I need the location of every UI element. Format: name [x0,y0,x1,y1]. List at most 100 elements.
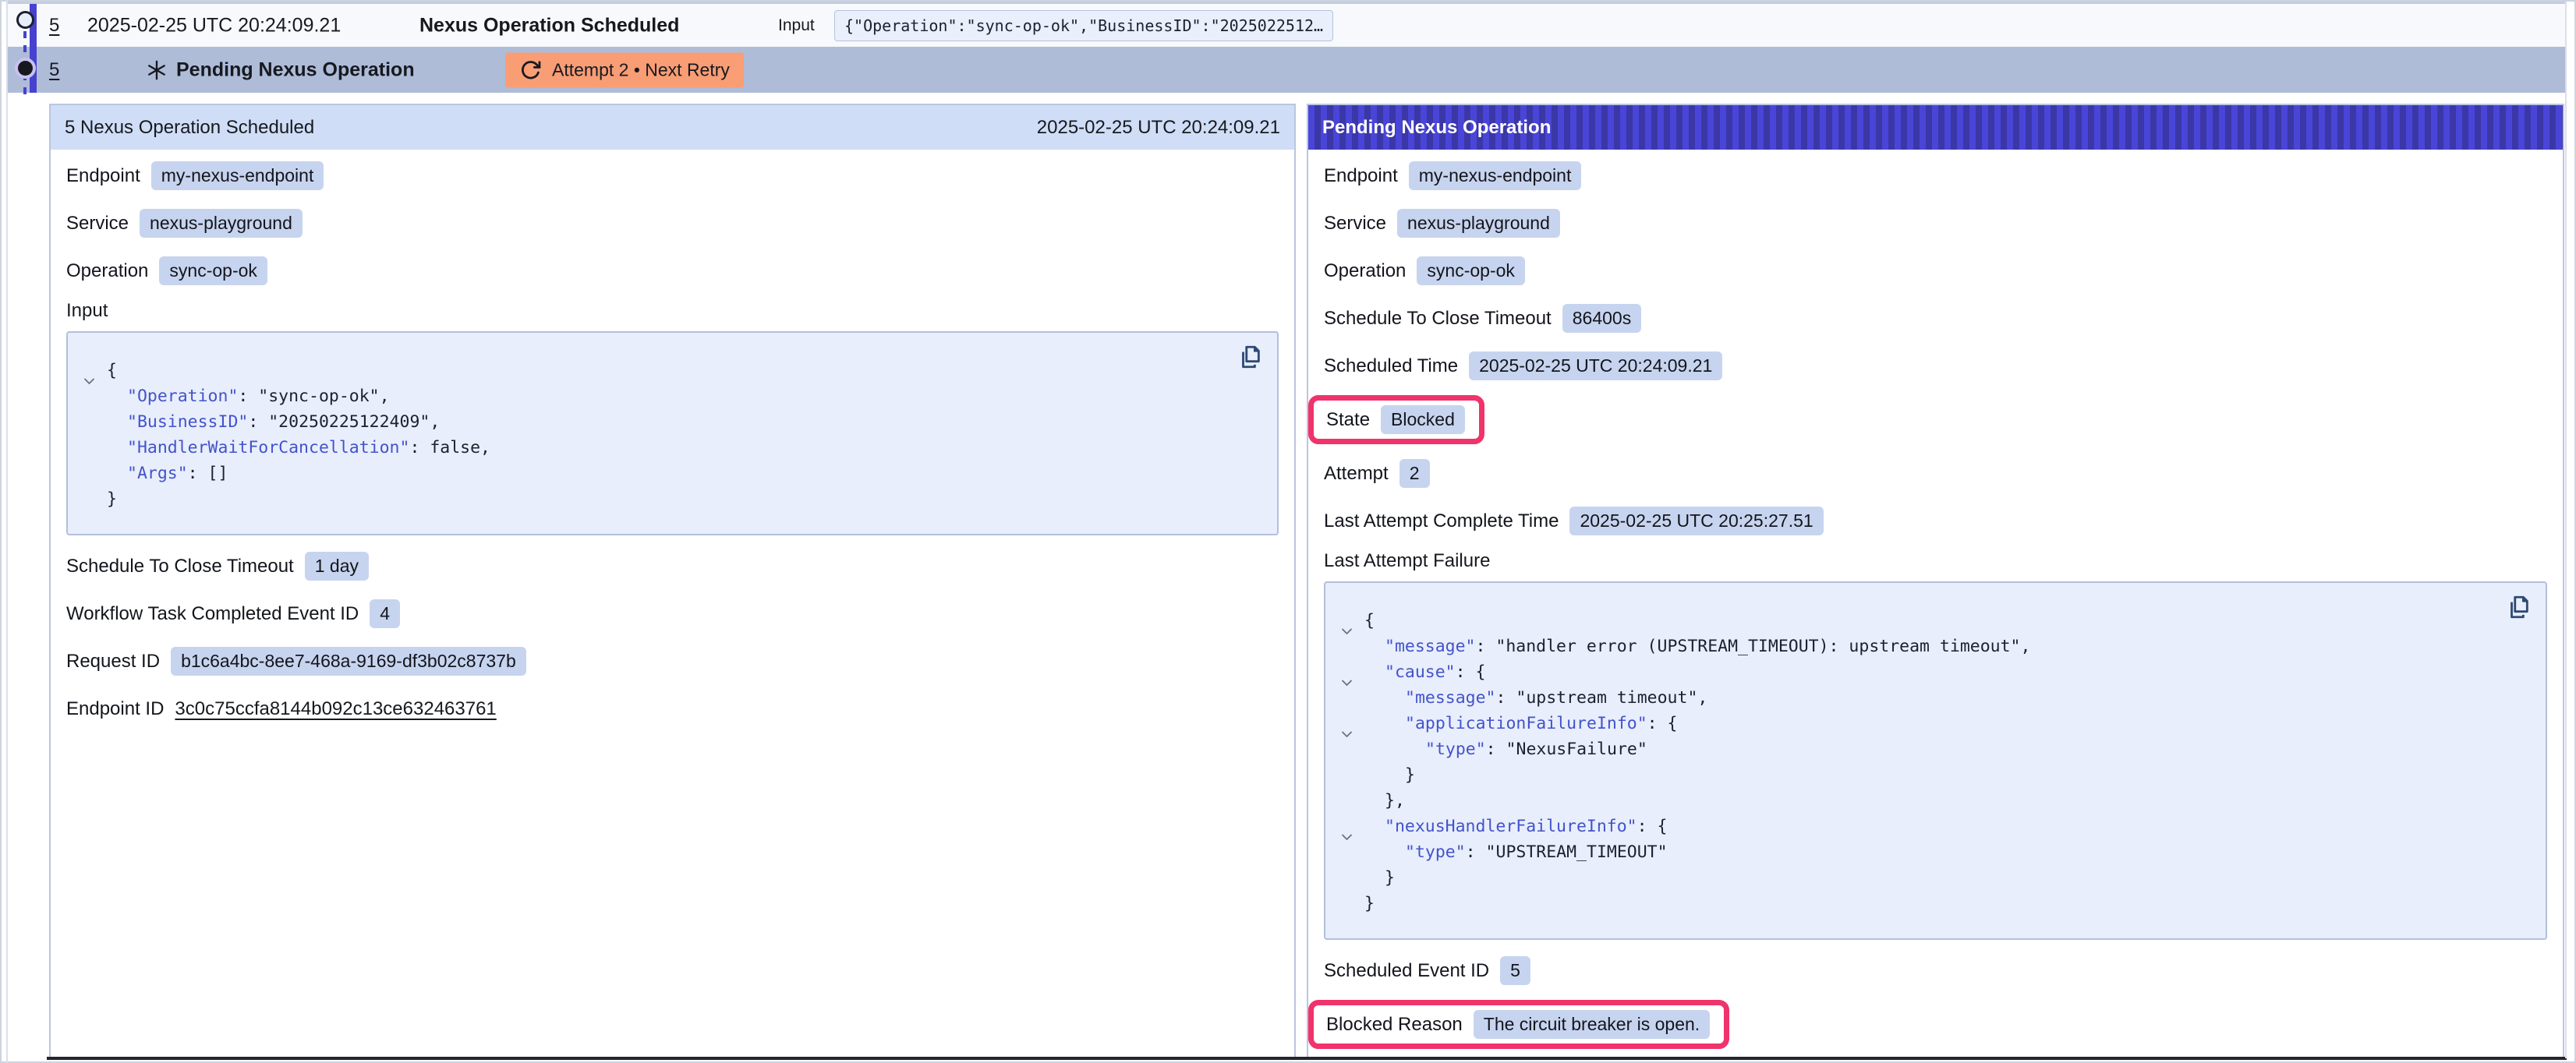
field-row-operation: Operation sync-op-ok [66,253,1279,289]
event-id-link[interactable]: 5 [49,15,59,37]
field-label: Endpoint [66,165,140,187]
attempt-badge-label: Attempt 2 • Next Retry [552,59,730,80]
field-label: Operation [66,260,148,282]
field-row-schedule-to-close-timeout: Schedule To Close Timeout 86400s [1324,300,2547,337]
code-line: "type": "UPSTREAM_TIMEOUT" [1338,839,2527,865]
field-label: Scheduled Time [1324,355,1458,377]
code-line: }, [1338,788,2527,814]
right-fields-top: Endpoint my-nexus-endpoint Servicenexus-pl… [1324,157,2547,539]
code-line: "Args": [] [80,461,1258,486]
field-label: Schedule To Close Timeout [66,556,294,577]
field-label: Attempt [1324,463,1389,485]
panel-pending-nexus-operation: Pending Nexus Operation Endpoint my-nexus… [1307,104,2564,1057]
field-label: Workflow Task Completed Event ID [66,603,359,625]
field-row-service: Servicenexus-playground [1324,205,2547,242]
field-value: The circuit breaker is open. [1474,1010,1710,1039]
field-label: State [1326,409,1370,431]
field-value[interactable]: 3c0c75ccfa8144b092c13ce632463761 [175,698,496,720]
input-inline-label: Input [778,16,815,35]
field-row-attempt: Attempt2 [1324,455,2547,492]
field-value: 86400s [1562,304,1641,333]
field-row-service: Service nexus-playground [66,205,1279,242]
right-panel-title: Pending Nexus Operation [1322,117,1551,139]
field-row-last-attempt-complete-time: Last Attempt Complete Time 2025-02-25 UTC… [1324,503,2547,539]
field-row-scheduled-time: Scheduled Time 2025-02-25 UTC 20:24:09.21 [1324,348,2547,384]
failure-section-label: Last Attempt Failure [1324,550,2547,572]
code-line: "applicationFailureInfo": { [1338,711,2527,736]
right-fields-bottom: Scheduled Event ID 5 Blocked Reason The cir… [1324,952,2547,1049]
field-row-request-id: Request IDb1c6a4bc-8ee7-468a-9169-df3b02… [66,643,1279,680]
event-row-pending-nexus-operation[interactable]: 5 Pending Nexus Operation Attempt 2 • Ne… [8,47,2565,93]
code-line: { [1338,608,2527,634]
field-label: Scheduled Event ID [1324,960,1489,982]
retry-icon [519,58,542,81]
field-value: sync-op-ok [1417,256,1524,285]
field-label: Endpoint ID [66,698,164,720]
left-fields-top: Endpoint my-nexus-endpoint Service nexus-pl… [66,157,1279,289]
field-value: 2025-02-25 UTC 20:24:09.21 [1469,351,1722,380]
field-label: Service [66,213,129,235]
field-row-endpoint-id: Endpoint ID 3c0c75ccfa8144b092c13ce632463… [66,690,1279,727]
field-label: Blocked Reason [1326,1014,1463,1036]
field-row-schedule-to-close-timeout: Schedule To Close Timeout 1 day [66,548,1279,584]
event-row-nexus-operation-scheduled[interactable]: 5 2025-02-25 UTC 20:24:09.21 Nexus Opera… [8,4,2565,47]
annotation-highlight-box: Blocked Reason The circuit breaker is ope… [1308,1000,1729,1049]
field-row-endpoint: Endpoint my-nexus-endpoint [66,157,1279,194]
event-id-link[interactable]: 5 [49,59,59,81]
field-value: nexus-playground [140,209,303,238]
code-line: "cause": { [1338,659,2527,685]
code-line: "Operation": "sync-op-ok", [80,383,1258,409]
right-panel-header: Pending Nexus Operation [1308,105,2563,150]
field-label: Last Attempt Complete Time [1324,510,1559,532]
input-preview-badge: {"Operation":"sync-op-ok","BusinessID":"… [834,10,1333,41]
field-value: 2025-02-25 UTC 20:25:27.51 [1569,507,1823,535]
field-label: Operation [1324,260,1406,282]
field-row-endpoint: Endpoint my-nexus-endpoint [1324,157,2547,194]
field-row-operation: Operation sync-op-ok [1324,253,2547,289]
field-label: Endpoint [1324,165,1398,187]
field-value: my-nexus-endpoint [151,161,324,190]
timeline-node-filled-icon[interactable] [18,61,33,76]
code-line: { [80,358,1258,383]
event-title: Pending Nexus Operation [176,58,415,81]
field-row-blocked-reason: Blocked Reason The circuit breaker is ope… [1324,1000,2547,1049]
field-row-workflow-task-completed-event-id: Workflow Task Completed Event ID 4 [66,595,1279,632]
field-value: 1 day [305,552,369,581]
code-line: "HandlerWaitForCancellation": false, [80,435,1258,461]
field-value: Blocked [1381,405,1465,434]
event-title: Nexus Operation Scheduled [419,14,679,37]
code-line: } [80,486,1258,512]
field-value: 4 [370,599,400,628]
field-value: 5 [1500,956,1530,985]
code-line: "type": "NexusFailure" [1338,736,2527,762]
left-panel-title: 5 Nexus Operation Scheduled [65,117,314,139]
panel-nexus-operation-scheduled: 5 Nexus Operation Scheduled 2025-02-25 U… [49,104,1296,1057]
input-section-label: Input [66,300,1279,322]
code-line: "nexusHandlerFailureInfo": { [1338,814,2527,839]
left-fields-bottom: Schedule To Close Timeout 1 day Workflow T… [66,548,1279,727]
annotation-highlight-box: State Blocked [1308,395,1484,444]
code-line: "message": "upstream timeout", [1338,685,2527,711]
failure-code-block: {"message": "handler error (UPSTREAM_TIM… [1324,581,2547,940]
field-value: nexus-playground [1397,209,1560,238]
content-left-border [6,0,8,1063]
retry-attempt-badge: Attempt 2 • Next Retry [505,52,744,87]
code-line: } [1338,865,2527,891]
field-row-scheduled-event-id: Scheduled Event ID 5 [1324,952,2547,989]
code-line: } [1338,762,2527,788]
field-value: my-nexus-endpoint [1409,161,1582,190]
field-label: Schedule To Close Timeout [1324,308,1552,330]
code-line: "message": "handler error (UPSTREAM_TIME… [1338,634,2527,659]
timeline-node-open-icon[interactable] [16,11,34,29]
event-history: 5 2025-02-25 UTC 20:24:09.21 Nexus Opera… [8,2,2565,93]
asterisk-icon [145,58,168,82]
field-label: Request ID [66,651,160,673]
viewport-bottom-edge [47,1057,2567,1060]
code-line: "BusinessID": "20250225122409", [80,409,1258,435]
field-row-state: State Blocked [1324,395,2547,444]
left-panel-timestamp: 2025-02-25 UTC 20:24:09.21 [1037,117,1280,139]
left-panel-header: 5 Nexus Operation Scheduled 2025-02-25 U… [51,105,1294,150]
vertical-scrollbar[interactable] [2565,2,2574,1058]
event-timestamp: 2025-02-25 UTC 20:24:09.21 [87,14,341,37]
field-value: sync-op-ok [159,256,267,285]
